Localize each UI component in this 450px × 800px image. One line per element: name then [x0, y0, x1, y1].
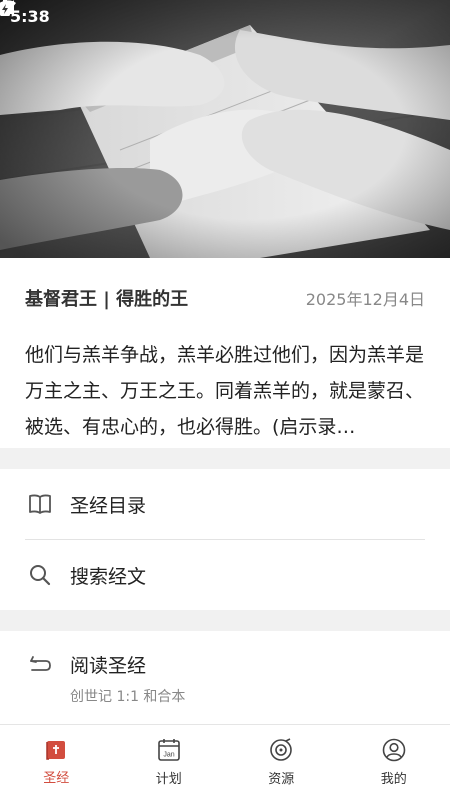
menu-label-search: 搜索经文 — [70, 565, 147, 588]
disc-icon — [270, 738, 293, 761]
menu-label-catalog: 圣经目录 — [70, 494, 147, 517]
verse-date: 2025年12月4日 — [305, 290, 425, 309]
status-bar: 5:38 — [0, 0, 450, 32]
nav-item-me[interactable]: 我的 — [338, 725, 450, 800]
nav-label-bible: 圣经 — [43, 771, 70, 786]
nav-item-plan[interactable]: Jan 计划 — [113, 725, 226, 800]
continue-reading[interactable]: 阅读圣经 创世记 1:1 和合本 — [0, 631, 450, 724]
svg-text:Jan: Jan — [163, 752, 174, 759]
menu-item-catalog[interactable]: 圣经目录 — [0, 469, 450, 539]
calendar-icon: Jan — [157, 739, 180, 761]
praying-hands-illustration — [0, 0, 450, 258]
book-open-icon — [25, 493, 55, 515]
reading-subtitle: 创世记 1:1 和合本 — [70, 689, 186, 705]
main-menu: 圣经目录 搜索经文 — [0, 469, 450, 610]
reading-row: 阅读圣经 — [25, 651, 425, 678]
hero-image: 5:38 — [0, 0, 450, 258]
reading-label: 阅读圣经 — [70, 655, 147, 677]
verse-text: 他们与羔羊争战，羔羊必胜过他们，因为羔羊是万主之主、万王之王。同着羔羊的，就是蒙… — [25, 344, 425, 438]
verse-card[interactable]: 基督君王 | 得胜的王 2025年12月4日 他们与羔羊争战，羔羊必胜过他们，因… — [0, 258, 450, 448]
search-icon — [25, 563, 55, 587]
nav-label-resources: 资源 — [268, 772, 295, 787]
section-separator — [0, 448, 450, 469]
section-separator — [0, 610, 450, 631]
battery-icon — [0, 0, 10, 16]
nav-label-me: 我的 — [380, 772, 407, 787]
nav-item-bible[interactable]: 圣经 — [0, 725, 113, 800]
verse-title: 基督君王 | 得胜的王 — [25, 289, 189, 310]
verse-header: 基督君王 | 得胜的王 2025年12月4日 — [25, 258, 425, 338]
bible-icon — [46, 741, 66, 760]
return-arrow-icon — [25, 654, 55, 676]
nav-label-plan: 计划 — [155, 772, 182, 787]
nav-item-resources[interactable]: 资源 — [225, 725, 338, 800]
user-icon — [382, 738, 406, 762]
bottom-nav: 圣经 Jan 计划 资源 我的 — [0, 724, 450, 800]
menu-item-search[interactable]: 搜索经文 — [0, 540, 450, 610]
